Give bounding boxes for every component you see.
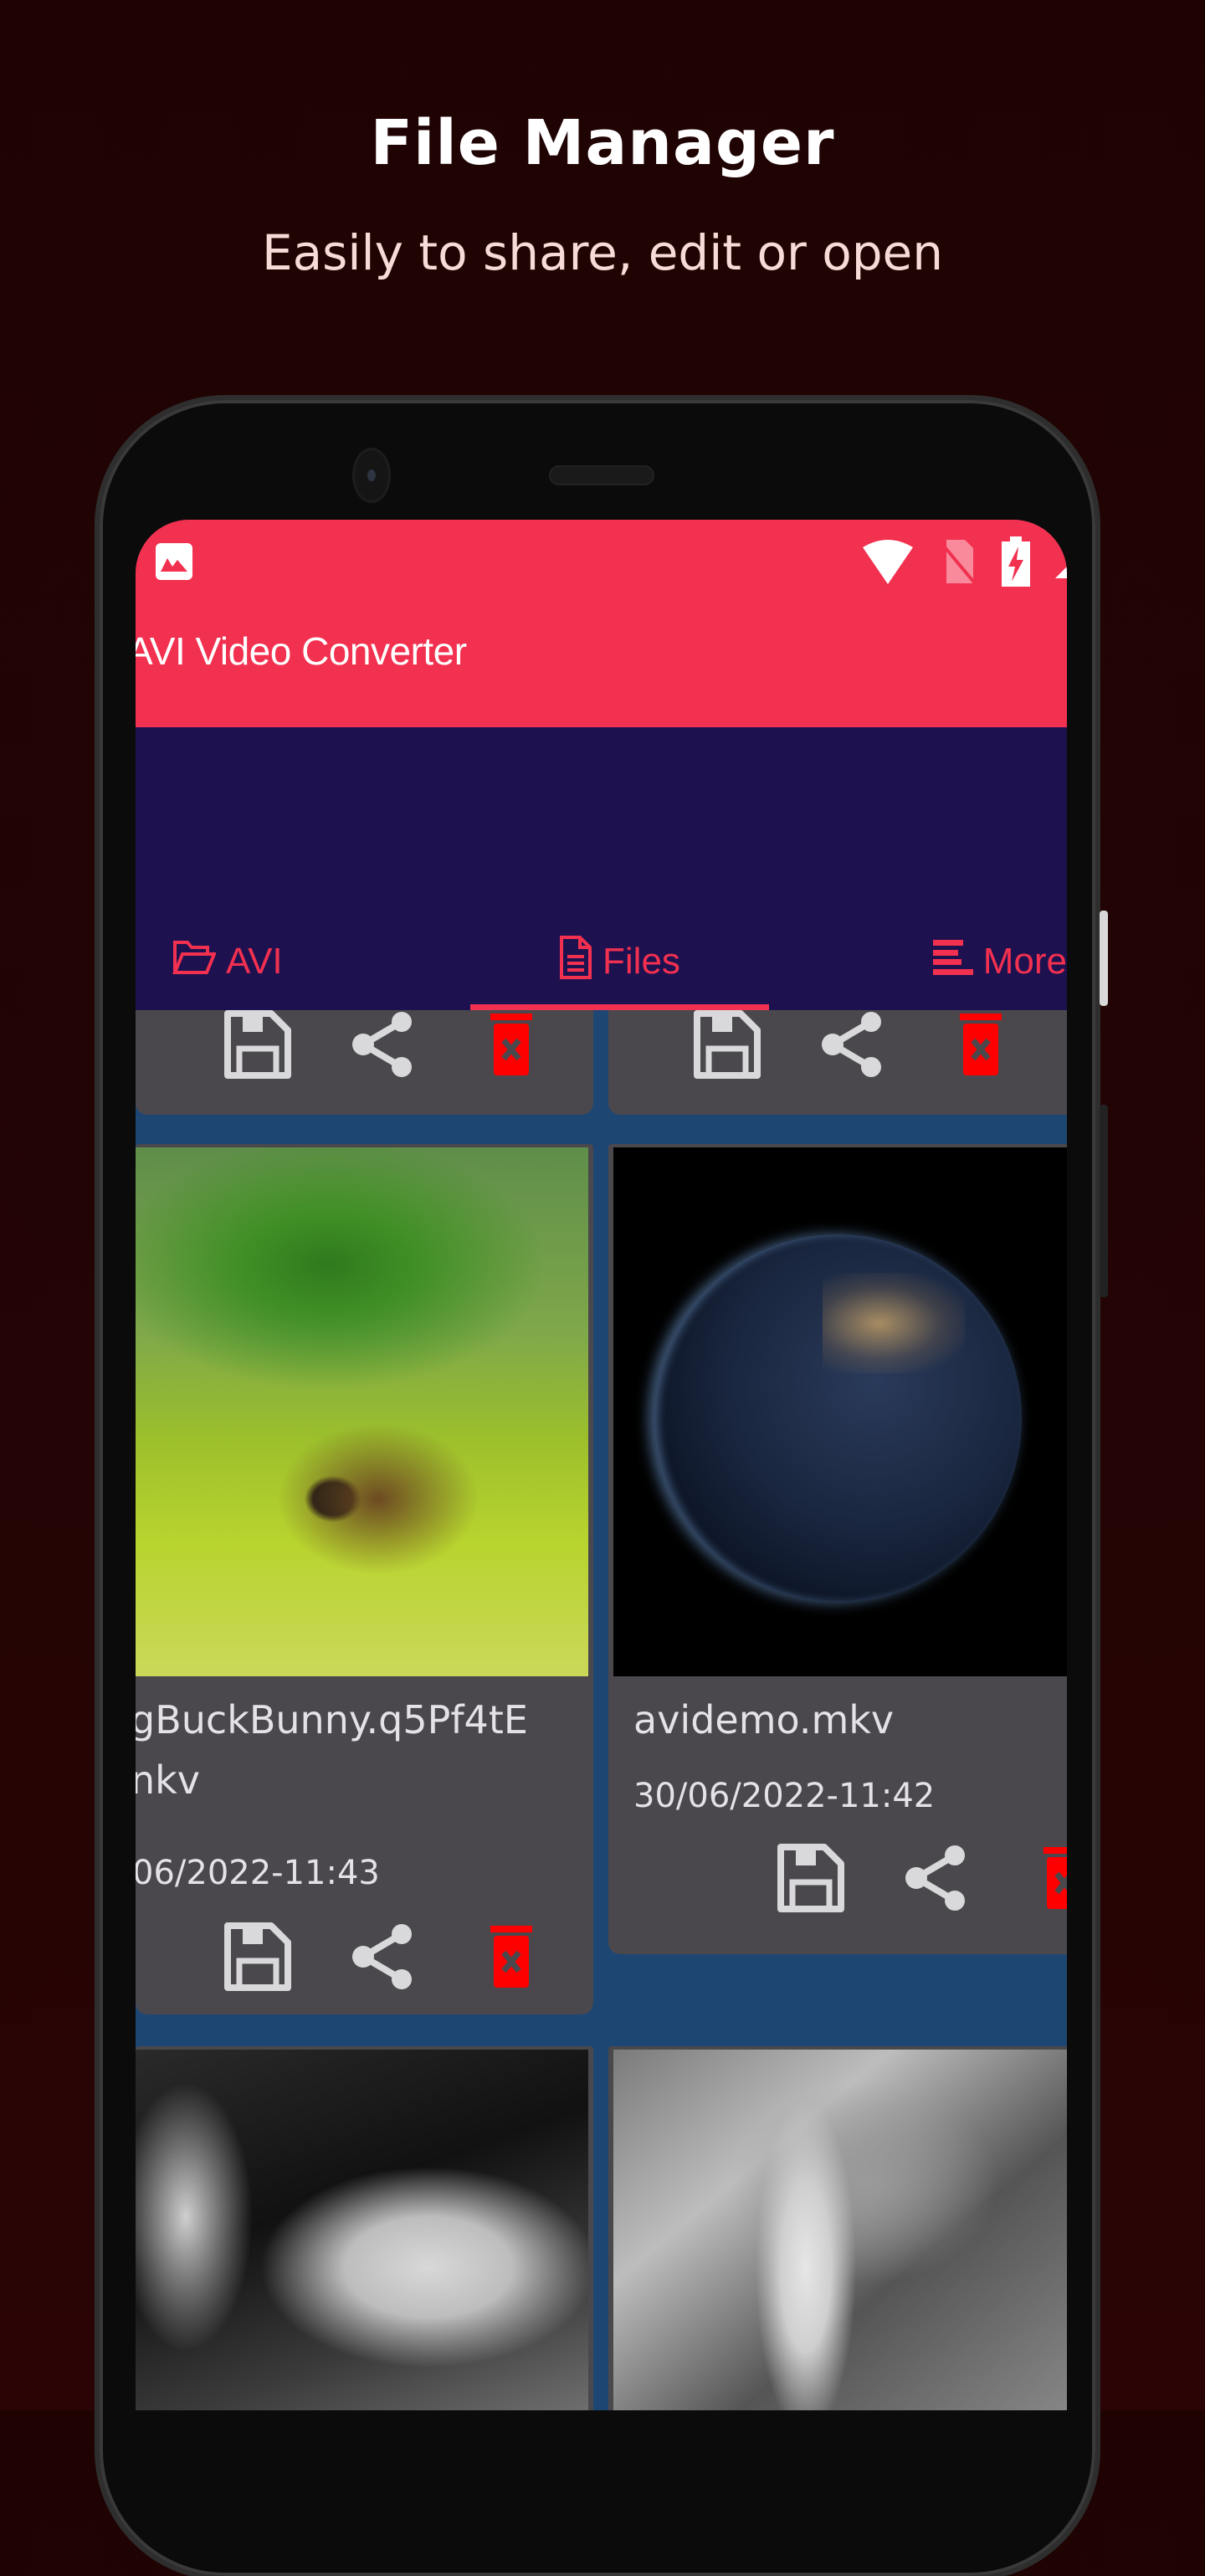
file-card-avidemo[interactable]: avidemo.mkv 30/06/2022-11:42 — [608, 1144, 1067, 1954]
tab-files-label: Files — [602, 941, 680, 982]
battery-charging-icon — [1002, 536, 1030, 590]
tab-avi-label: AVI — [226, 941, 283, 982]
share-icon — [352, 1924, 412, 1989]
file-name-line-2: nkv — [136, 1758, 201, 1803]
save-button[interactable] — [776, 1844, 844, 1912]
app-bar: AVI Video Converter — [136, 520, 1067, 727]
share-button[interactable] — [819, 1010, 888, 1079]
floppy-save-icon — [694, 1010, 761, 1079]
card-actions — [223, 1010, 546, 1079]
thumbnail-mechanical-closeup[interactable] — [136, 2050, 588, 2410]
phone-power-button — [1100, 911, 1108, 1006]
trash-delete-icon — [1043, 1847, 1067, 1909]
share-icon — [822, 1012, 881, 1077]
front-camera — [352, 448, 391, 503]
file-card[interactable] — [608, 1010, 1067, 1115]
file-card[interactable] — [136, 1010, 593, 1115]
file-name-line-1: gBuckBunny.q5Pf4tE — [136, 1697, 528, 1742]
signal-icon — [1055, 545, 1067, 582]
save-button[interactable] — [223, 1922, 291, 1991]
trash-delete-icon — [490, 1926, 532, 1988]
thumbnail-earth[interactable] — [613, 1147, 1067, 1676]
tab-more[interactable]: More — [769, 913, 1067, 1010]
file-name: avidemo.mkv — [633, 1697, 895, 1742]
delete-button[interactable] — [1030, 1844, 1067, 1912]
file-card-bigbuckbunny[interactable]: gBuckBunny.q5Pf4tE nkv 06/2022-11:43 — [136, 1144, 593, 2014]
file-date: 30/06/2022-11:42 — [633, 1777, 936, 1815]
card-actions — [776, 1844, 1067, 1912]
status-icons — [861, 536, 1067, 588]
tab-avi[interactable]: AVI — [136, 913, 470, 1010]
hero-subtitle: Easily to share, edit or open — [261, 224, 943, 281]
file-card[interactable] — [136, 2046, 593, 2410]
phone-screen: AVI Video Converter AVI Files More gBuck… — [136, 520, 1067, 2410]
thumbnail-tree-hill[interactable] — [136, 1147, 588, 1676]
share-icon — [352, 1012, 412, 1077]
share-button[interactable] — [350, 1922, 418, 1991]
share-icon — [905, 1845, 965, 1911]
app-title: AVI Video Converter — [136, 629, 467, 673]
share-button[interactable] — [350, 1010, 418, 1079]
trash-delete-icon — [490, 1013, 532, 1075]
tab-bar: AVI Files More — [136, 913, 1067, 1010]
tab-files[interactable]: Files — [470, 913, 769, 1010]
earpiece-speaker — [549, 465, 654, 485]
floppy-save-icon — [224, 1010, 291, 1079]
image-notification-icon — [156, 543, 192, 580]
file-date: 06/2022-11:43 — [136, 1854, 380, 1892]
save-button[interactable] — [223, 1010, 291, 1079]
wifi-icon — [861, 539, 915, 588]
no-sim-icon — [940, 538, 977, 588]
hero-title: File Manager — [370, 107, 835, 179]
city-lights — [823, 1273, 965, 1373]
tab-more-label: More — [982, 941, 1067, 982]
phone-volume-button — [1100, 1105, 1108, 1297]
delete-button[interactable] — [477, 1922, 546, 1991]
save-button[interactable] — [692, 1010, 761, 1079]
delete-button[interactable] — [477, 1010, 546, 1079]
folder-open-icon — [172, 939, 217, 985]
menu-lines-icon — [932, 939, 973, 984]
floppy-save-icon — [777, 1844, 844, 1912]
file-name: gBuckBunny.q5Pf4tE nkv — [136, 1690, 528, 1810]
floppy-save-icon — [224, 1922, 291, 1991]
card-actions — [692, 1010, 1015, 1079]
share-button[interactable] — [903, 1844, 972, 1912]
trash-delete-icon — [960, 1013, 1002, 1075]
file-text-icon — [559, 935, 592, 989]
delete-button[interactable] — [946, 1010, 1015, 1079]
thumbnail-gear-assembly[interactable] — [613, 2050, 1067, 2410]
file-card[interactable] — [608, 2046, 1067, 2410]
card-actions — [223, 1922, 546, 1991]
